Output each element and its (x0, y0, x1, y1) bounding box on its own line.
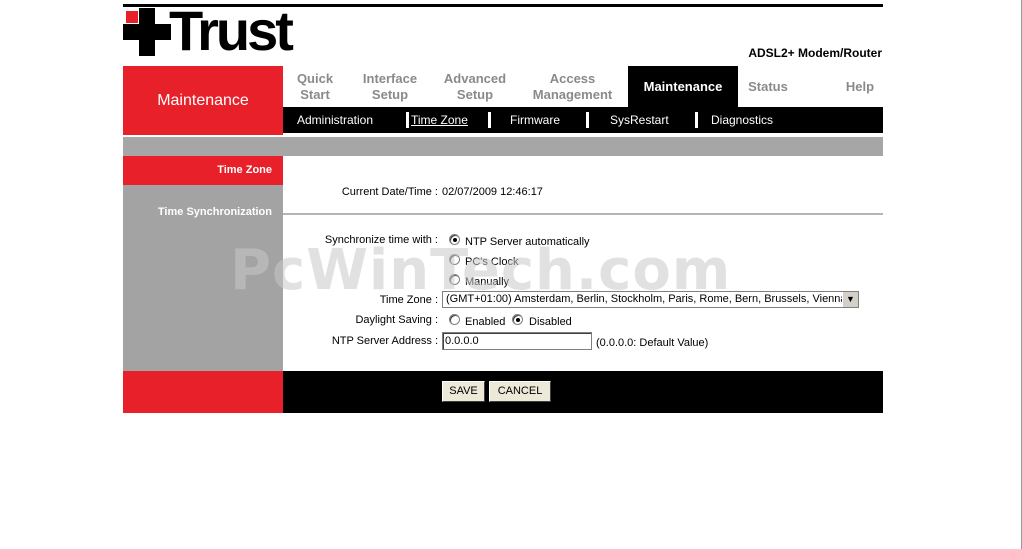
subnav-sysrestart[interactable]: SysRestart (610, 107, 669, 133)
chevron-down-icon[interactable]: ▼ (842, 292, 858, 307)
time-zone-select[interactable]: (GMT+01:00) Amsterdam, Berlin, Stockholm… (442, 291, 859, 308)
subnav-administration[interactable]: Administration (297, 107, 373, 133)
subnav-firmware[interactable]: Firmware (510, 107, 560, 133)
sync-pc-clock-radio[interactable] (449, 254, 460, 265)
nav-interface-setup[interactable]: Interface Setup (347, 66, 433, 107)
daylight-enabled-label: Enabled (465, 316, 506, 328)
daylight-enabled-radio[interactable] (449, 314, 460, 325)
daylight-disabled-radio[interactable] (512, 314, 523, 325)
sync-label: Synchronize time with : (324, 234, 438, 246)
left-heading-time-zone: Time Zone (123, 156, 283, 185)
subnav-separator (695, 112, 698, 128)
section-divider (283, 213, 883, 215)
daylight-saving-label: Daylight Saving : (355, 314, 438, 326)
content-top-bar (123, 137, 883, 156)
top-nav: Quick Start Interface Setup Advanced Set… (283, 66, 883, 107)
nav-help[interactable]: Help (823, 66, 897, 107)
nav-access-management[interactable]: Access Management (517, 66, 628, 107)
current-datetime-label: Current Date/Time : (341, 186, 438, 198)
sync-ntp-label: NTP Server automatically (465, 236, 590, 248)
ntp-server-label: NTP Server Address : (331, 335, 438, 347)
nav-maintenance[interactable]: Maintenance (628, 66, 738, 107)
subnav-separator (586, 112, 589, 128)
trust-logo: Trust (123, 0, 323, 62)
model-name: ADSL2+ Modem/Router (748, 46, 882, 60)
cancel-button[interactable]: CANCEL (489, 381, 551, 402)
ntp-server-input[interactable]: 0.0.0.0 (442, 332, 592, 350)
ntp-server-hint: (0.0.0.0: Default Value) (596, 337, 709, 349)
subnav-diagnostics[interactable]: Diagnostics (711, 107, 773, 133)
subnav-time-zone[interactable]: Time Zone (411, 107, 468, 133)
sync-manually-label: Manually (465, 276, 510, 288)
subnav-separator (488, 112, 491, 128)
sync-manually-radio[interactable] (449, 274, 460, 285)
save-button[interactable]: SAVE (442, 381, 485, 402)
footer-bar: SAVE CANCEL (123, 371, 883, 413)
left-panel: Time Zone Time Synchronization (123, 156, 283, 371)
left-heading-time-sync: Time Synchronization (157, 206, 272, 218)
subnav-separator (406, 112, 409, 128)
main-navigation: Maintenance Quick Start Interface Setup … (123, 66, 883, 135)
time-zone-selected-value: (GMT+01:00) Amsterdam, Berlin, Stockholm… (446, 293, 847, 305)
logo-wordmark: Trust (169, 0, 294, 62)
nav-quick-start[interactable]: Quick Start (283, 66, 347, 107)
nav-advanced-setup[interactable]: Advanced Setup (433, 66, 517, 107)
section-title: Maintenance (123, 66, 283, 135)
daylight-disabled-label: Disabled (529, 316, 572, 328)
nav-status[interactable]: Status (738, 66, 798, 107)
sync-pc-clock-label: PC's Clock (465, 256, 519, 268)
trust-cross-icon (123, 8, 171, 56)
footer-left-block (123, 371, 283, 413)
current-datetime-value: 02/07/2009 12:46:17 (442, 186, 543, 198)
sub-nav: Administration Time Zone Firmware SysRes… (283, 107, 883, 133)
time-zone-label: Time Zone : (379, 294, 438, 306)
sync-ntp-radio[interactable] (449, 234, 460, 245)
